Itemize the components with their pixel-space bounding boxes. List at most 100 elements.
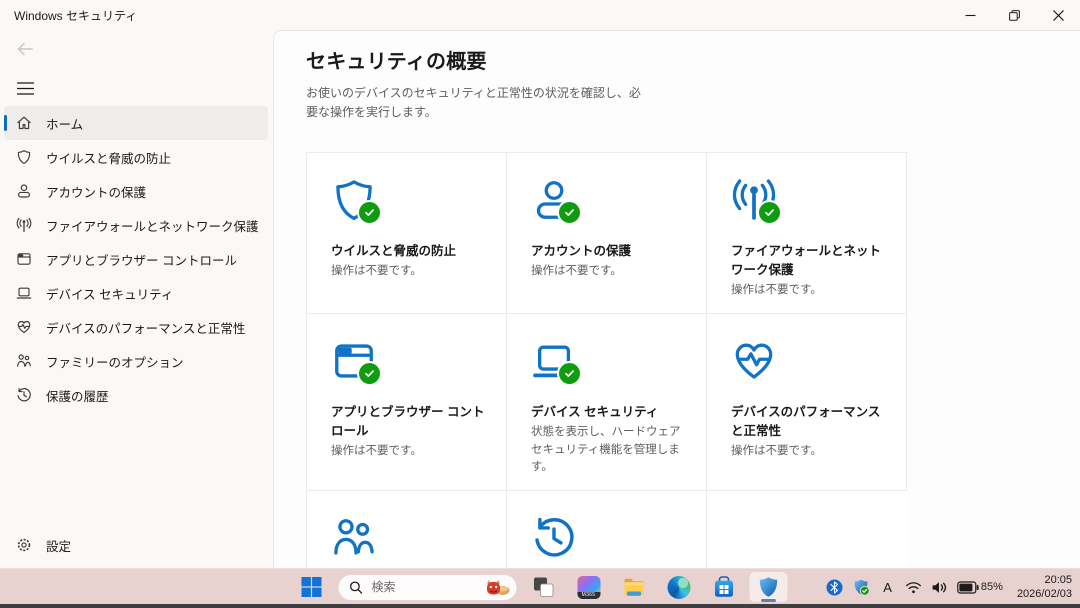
start-button[interactable]: [293, 572, 331, 602]
status-ok-badge: [557, 200, 582, 225]
home-icon: [16, 115, 32, 131]
sidebar-item-protection-history[interactable]: 保護の履歴: [4, 378, 268, 412]
status-ok-badge: [557, 361, 582, 386]
person-icon: [16, 183, 32, 199]
sidebar-footer: 設定: [0, 528, 272, 562]
sidebar-item-label: ファイアウォールとネットワーク保護: [46, 216, 259, 235]
copilot-button[interactable]: M365: [570, 572, 608, 602]
heart-icon: [16, 319, 32, 335]
clock-time: 20:05: [1017, 573, 1072, 587]
card-title: アカウントの保護: [531, 240, 688, 259]
check-icon: [364, 207, 375, 218]
sidebar-nav: ホーム ウイルスと脅威の防止 アカウントの保護 ファイアウォールとネットワーク保…: [0, 106, 272, 412]
sidebar-item-app-browser-control[interactable]: アプリとブラウザー コントロール: [4, 242, 268, 276]
sidebar-item-label: 設定: [46, 536, 71, 555]
card-account-protection[interactable]: アカウントの保護 操作は不要です。: [507, 153, 707, 314]
sidebar-item-family-options[interactable]: ファミリーのオプション: [4, 344, 268, 378]
family-icon: [331, 515, 377, 561]
ime-mode-indicator: A: [879, 580, 896, 595]
search-highlight-oni-icon[interactable]: [485, 578, 511, 596]
sidebar-item-account-protection[interactable]: アカウントの保護: [4, 174, 268, 208]
close-button[interactable]: [1036, 0, 1080, 30]
sidebar-item-device-security[interactable]: デバイス セキュリティ: [4, 276, 268, 310]
sidebar-item-label: ウイルスと脅威の防止: [46, 148, 171, 167]
status-ok-badge: [357, 361, 382, 386]
gear-icon: [16, 537, 32, 553]
sidebar-item-home[interactable]: ホーム: [4, 106, 268, 140]
shield-icon: [16, 149, 32, 165]
sidebar-item-settings[interactable]: 設定: [4, 528, 268, 562]
card-title: ファイアウォールとネットワーク保護: [731, 240, 888, 278]
sidebar-item-label: アプリとブラウザー コントロール: [46, 250, 237, 269]
card-firewall-network-protection[interactable]: ファイアウォールとネットワーク保護 操作は不要です。: [707, 153, 907, 314]
titlebar: Windows セキュリティ: [0, 0, 1080, 30]
status-ok-badge: [357, 200, 382, 225]
check-icon: [364, 368, 375, 379]
back-button[interactable]: [12, 38, 38, 60]
card-family-options[interactable]: ファミリーのオプション 家族によるデバイスの使用方法を管理します。: [307, 491, 507, 568]
copilot-m365-icon: M365: [577, 576, 600, 599]
family-icon: [16, 353, 32, 369]
page-title: セキュリティの概要: [306, 45, 1080, 74]
check-icon: [564, 368, 575, 379]
menu-toggle-button[interactable]: [12, 76, 38, 100]
ime-mode-button[interactable]: A: [876, 573, 899, 601]
search-input[interactable]: [370, 579, 485, 595]
sidebar-item-label: アカウントの保護: [46, 182, 146, 201]
card-subtitle: 操作は不要です。: [731, 282, 888, 299]
history-icon: [531, 515, 577, 561]
task-view-icon: [533, 576, 555, 598]
restore-button[interactable]: [992, 0, 1036, 30]
battery-tray-button[interactable]: 85%: [954, 573, 1006, 601]
card-title: アプリとブラウザー コントロール: [331, 401, 488, 439]
sidebar-item-label: デバイスのパフォーマンスと正常性: [46, 318, 245, 337]
microsoft-store-icon: [712, 576, 735, 599]
card-title: デバイスのパフォーマンスと正常性: [731, 401, 888, 439]
sidebar-item-label: デバイス セキュリティ: [46, 284, 173, 303]
wifi-icon: [905, 580, 922, 595]
microsoft-store-button[interactable]: [705, 572, 743, 602]
bluetooth-icon: [826, 579, 843, 596]
windows-security-shield-icon: [757, 575, 781, 599]
sidebar-item-device-performance-health[interactable]: デバイスのパフォーマンスと正常性: [4, 310, 268, 344]
status-ok-badge: [757, 200, 782, 225]
card-subtitle: 状態を表示し、ハードウェア セキュリティ機能を管理します。: [531, 424, 688, 476]
laptop-icon: [16, 285, 32, 301]
volume-tray-button[interactable]: [928, 573, 951, 601]
bluetooth-tray-button[interactable]: [823, 573, 846, 601]
security-tray-shield-icon: [852, 578, 870, 596]
main-content: セキュリティの概要 お使いのデバイスのセキュリティと正常性の状況を確認し、必要な…: [273, 30, 1080, 568]
card-subtitle: 操作は不要です。: [331, 263, 488, 280]
sidebar-item-label: 保護の履歴: [46, 386, 109, 405]
sidebar-item-label: ファミリーのオプション: [46, 352, 184, 371]
card-subtitle: 操作は不要です。: [731, 443, 888, 460]
search-icon: [350, 581, 363, 594]
clock-date: 2026/02/03: [1017, 587, 1072, 601]
card-virus-threat-protection[interactable]: ウイルスと脅威の防止 操作は不要です。: [307, 153, 507, 314]
card-device-performance-health[interactable]: デバイスのパフォーマンスと正常性 操作は不要です。: [707, 314, 907, 491]
sidebar-item-firewall-network-protection[interactable]: ファイアウォールとネットワーク保護: [4, 208, 268, 242]
card-protection-history[interactable]: 保護の履歴 最新の保護操作と推奨事項を表示します。: [507, 491, 707, 568]
taskbar: M365: [0, 568, 1080, 605]
wifi-tray-button[interactable]: [902, 573, 925, 601]
card-title: ウイルスと脅威の防止: [331, 240, 488, 259]
task-view-button[interactable]: [525, 572, 563, 602]
card-subtitle: 操作は不要です。: [331, 443, 488, 460]
windows-security-window: Windows セキュリティ ホーム ウイルスと脅威の防止 ア: [0, 0, 1080, 568]
card-device-security[interactable]: デバイス セキュリティ 状態を表示し、ハードウェア セキュリティ機能を管理します…: [507, 314, 707, 491]
card-subtitle: 操作は不要です。: [531, 263, 688, 280]
battery-percent: 85%: [981, 581, 1003, 593]
window-title: Windows セキュリティ: [14, 7, 137, 24]
clock[interactable]: 20:05 2026/02/03: [1017, 573, 1072, 602]
minimize-button[interactable]: [948, 0, 992, 30]
windows-security-taskbar-button[interactable]: [750, 572, 788, 602]
appwindow-icon: [16, 251, 32, 267]
security-tray-button[interactable]: [849, 573, 873, 601]
sidebar-item-virus-threat-protection[interactable]: ウイルスと脅威の防止: [4, 140, 268, 174]
edge-browser-button[interactable]: [660, 572, 698, 602]
card-app-browser-control[interactable]: アプリとブラウザー コントロール 操作は不要です。: [307, 314, 507, 491]
file-explorer-icon: [622, 576, 645, 599]
file-explorer-button[interactable]: [615, 572, 653, 602]
battery-icon: [957, 581, 979, 594]
taskbar-search[interactable]: [338, 574, 518, 601]
